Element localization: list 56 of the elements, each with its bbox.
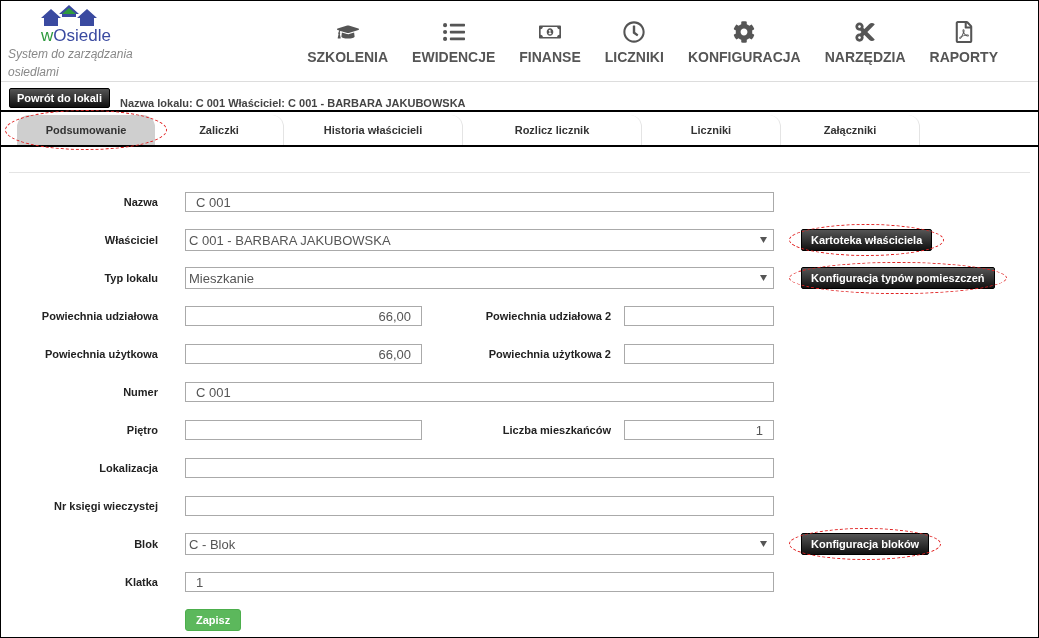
action-button[interactable]: Kartoteka właściciela — [801, 229, 933, 251]
nav-item[interactable]: FINANSE — [507, 21, 593, 65]
list-icon — [442, 21, 465, 43]
input-field[interactable]: C 001 — [185, 192, 774, 212]
field-label: Powiechnia użytkowa — [43, 348, 158, 360]
scissors-icon — [854, 21, 877, 43]
nav-item[interactable]: KONFIGURACJA — [675, 21, 813, 65]
input-field[interactable]: 66,00 — [185, 344, 422, 364]
input-field[interactable]: 1 — [185, 572, 774, 592]
field-label: Liczba mieszkańców — [501, 424, 611, 436]
tab[interactable]: Podsumowanie — [17, 115, 155, 145]
input-field[interactable]: 1 — [624, 420, 774, 440]
input-field[interactable] — [624, 344, 774, 364]
field-label: Lokalizacja — [98, 462, 158, 474]
nav-item[interactable]: SZKOLENIA — [295, 21, 401, 65]
record-info: Nazwa lokalu: C 001 Właściciel: C 001 - BARBARA JAKUBOWSKA — [119, 97, 466, 109]
dropdown[interactable]: C - Blok — [185, 533, 774, 555]
input-field[interactable]: 66,00 — [185, 306, 422, 326]
nav-item[interactable]: RAPORTY — [917, 21, 1010, 65]
input-field[interactable] — [185, 496, 774, 516]
houses-logo-icon — [41, 5, 97, 27]
field-label: Nazwa — [122, 196, 158, 208]
tagline: System do zarządzania osiedlami — [8, 46, 134, 81]
tab[interactable]: Historia właścicieli — [284, 115, 463, 145]
tab[interactable]: Rozlicz licznik — [463, 115, 642, 145]
nav-item[interactable]: LICZNIKI — [592, 21, 676, 65]
field-label: Właściciel — [103, 234, 158, 246]
logo-name: wOsiedle — [41, 27, 111, 45]
field-label: Powiechnia udziałowa 2 — [484, 310, 611, 322]
action-button[interactable]: Konfiguracja typów pomieszczeń — [801, 267, 995, 289]
input-field[interactable] — [185, 420, 422, 440]
field-label: Blok — [133, 538, 158, 550]
caret-icon — [760, 541, 767, 547]
input-field[interactable]: C 001 — [185, 382, 774, 402]
field-label: Nr księgi wieczystej — [53, 500, 158, 512]
nav-item[interactable]: NARZĘDZIA — [812, 21, 918, 65]
dropdown[interactable]: Mieszkanie — [185, 267, 774, 289]
nav-item[interactable]: EWIDENCJE — [400, 21, 508, 65]
tab[interactable]: Liczniki — [642, 115, 781, 145]
field-label: Piętro — [125, 424, 158, 436]
field-label: Typ lokalu — [103, 272, 158, 284]
field-label: Numer — [122, 386, 158, 398]
input-field[interactable] — [185, 458, 774, 478]
field-label: Powiechnia użytkowa 2 — [487, 348, 611, 360]
clock-icon — [623, 21, 646, 43]
dropdown[interactable]: C 001 - BARBARA JAKUBOWSKA — [185, 229, 774, 251]
action-button[interactable]: Konfiguracja bloków — [801, 533, 930, 555]
input-field[interactable] — [624, 306, 774, 326]
back-button[interactable]: Powrót do lokali — [9, 88, 110, 108]
tab[interactable]: Zaliczki — [155, 115, 284, 145]
field-label: Powiechnia udziałowa — [40, 310, 158, 322]
caret-icon — [760, 237, 767, 243]
tab[interactable]: Załączniki — [781, 115, 920, 145]
settings-icon — [733, 21, 756, 43]
caret-icon — [760, 275, 767, 281]
field-label: Klatka — [123, 576, 158, 588]
